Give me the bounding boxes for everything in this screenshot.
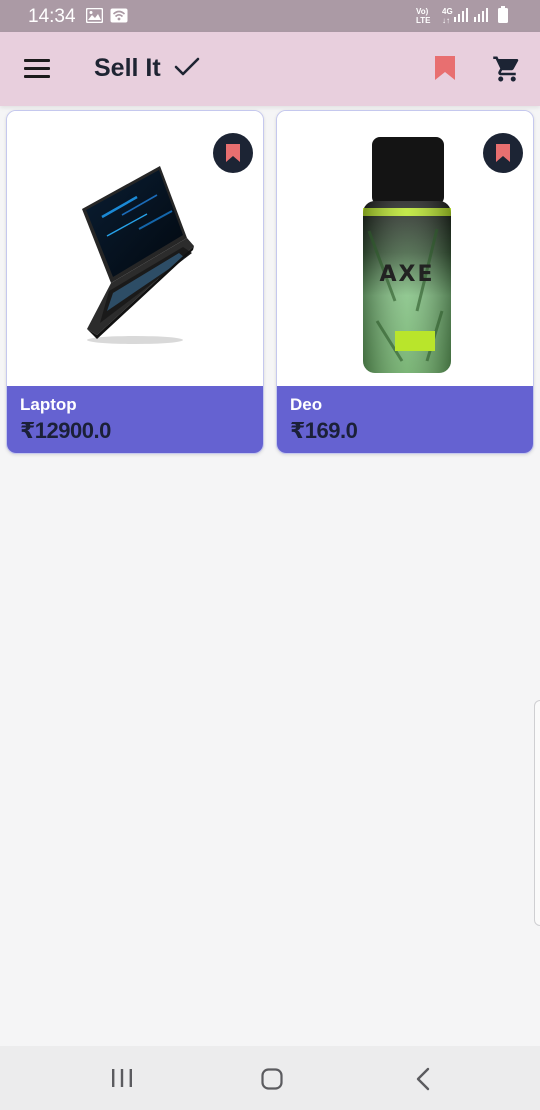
check-icon — [174, 56, 200, 83]
4g-indicator: 4G ↓↑ — [442, 7, 453, 25]
bookmark-icon[interactable] — [432, 54, 458, 87]
recent-apps-icon[interactable] — [111, 1068, 133, 1093]
home-icon[interactable] — [261, 1068, 283, 1095]
deodorant-image: AXE — [277, 111, 533, 386]
card-footer: Deo ₹169.0 — [277, 386, 533, 453]
volte-bottom: LTE — [416, 16, 431, 25]
back-icon[interactable] — [415, 1067, 431, 1096]
bookmark-toggle-button[interactable] — [213, 133, 253, 173]
menu-icon[interactable] — [24, 59, 50, 79]
laptop-image — [7, 111, 263, 386]
volte-indicator: Vo) LTE — [416, 7, 431, 25]
card-footer: Laptop ₹12900.0 — [7, 386, 263, 453]
navigation-bar — [0, 1046, 540, 1110]
bookmark-toggle-button[interactable] — [483, 133, 523, 173]
signal-battery-group — [454, 6, 514, 29]
gen-bottom: ↓↑ — [442, 16, 450, 25]
edge-panel-handle[interactable] — [534, 700, 540, 926]
product-price: ₹169.0 — [290, 418, 358, 443]
bookmark-icon — [496, 144, 510, 162]
product-name: Laptop — [20, 395, 77, 414]
app-bar: Sell It — [0, 32, 540, 106]
product-name: Deo — [290, 395, 323, 414]
product-card-deo[interactable]: AXE Deo ₹169.0 — [276, 110, 534, 454]
gen-top: 4G — [442, 7, 453, 16]
status-time: 14:34 — [28, 6, 76, 27]
page-title: Sell It — [94, 54, 161, 82]
svg-text:AXE: AXE — [379, 262, 434, 287]
gallery-icon — [85, 7, 104, 28]
product-card-laptop[interactable]: Laptop ₹12900.0 — [6, 110, 264, 454]
product-price: ₹12900.0 — [20, 418, 111, 443]
volte-top: Vo) — [416, 7, 429, 16]
wifi-calling-icon — [110, 8, 128, 28]
bookmark-icon — [226, 144, 240, 162]
cart-icon[interactable] — [492, 54, 522, 89]
status-bar: 14:34 Vo) LTE 4G ↓↑ — [0, 0, 540, 32]
